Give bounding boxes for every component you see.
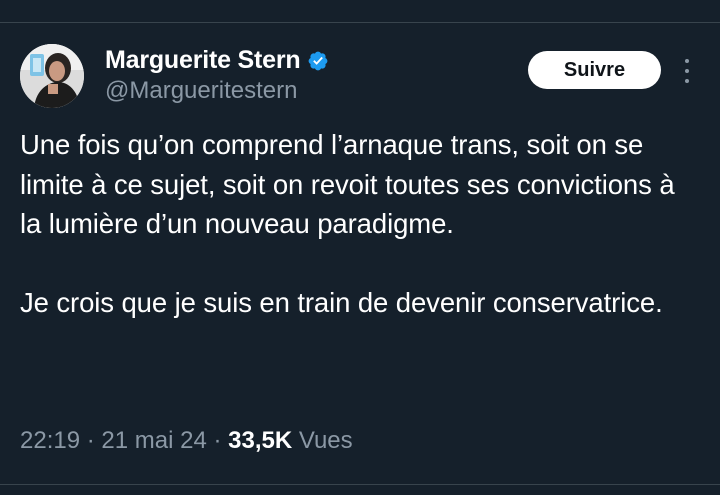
tweet-date[interactable]: 21 mai 24 <box>101 427 206 454</box>
tweet-paragraph: Je crois que je suis en train de devenir… <box>20 287 663 318</box>
tweet-paragraph: Une fois qu’on comprend l’arnaque trans,… <box>20 129 675 239</box>
more-options-icon[interactable] <box>680 57 694 85</box>
meta-separator: · <box>80 427 102 454</box>
author-display-name[interactable]: Marguerite Stern <box>105 46 301 75</box>
tweet-text: Une fois qu’on comprend l’arnaque trans,… <box>20 125 700 323</box>
meta-separator: · <box>206 427 229 454</box>
top-divider <box>0 22 720 23</box>
avatar[interactable] <box>20 44 84 108</box>
author-name-row: Marguerite Stern <box>105 46 329 75</box>
verified-badge-icon <box>307 50 329 72</box>
author-handle[interactable]: @Margueritestern <box>105 77 297 105</box>
tweet-time[interactable]: 22:19 <box>20 427 80 454</box>
views-count: 33,5K <box>228 427 293 454</box>
tweet-meta: 22:19 · 21 mai 24 · 33,5K Vues <box>20 427 353 455</box>
bottom-divider <box>0 484 720 485</box>
avatar-photo <box>20 44 84 108</box>
views-label: Vues <box>292 427 353 454</box>
follow-button[interactable]: Suivre <box>528 51 661 89</box>
